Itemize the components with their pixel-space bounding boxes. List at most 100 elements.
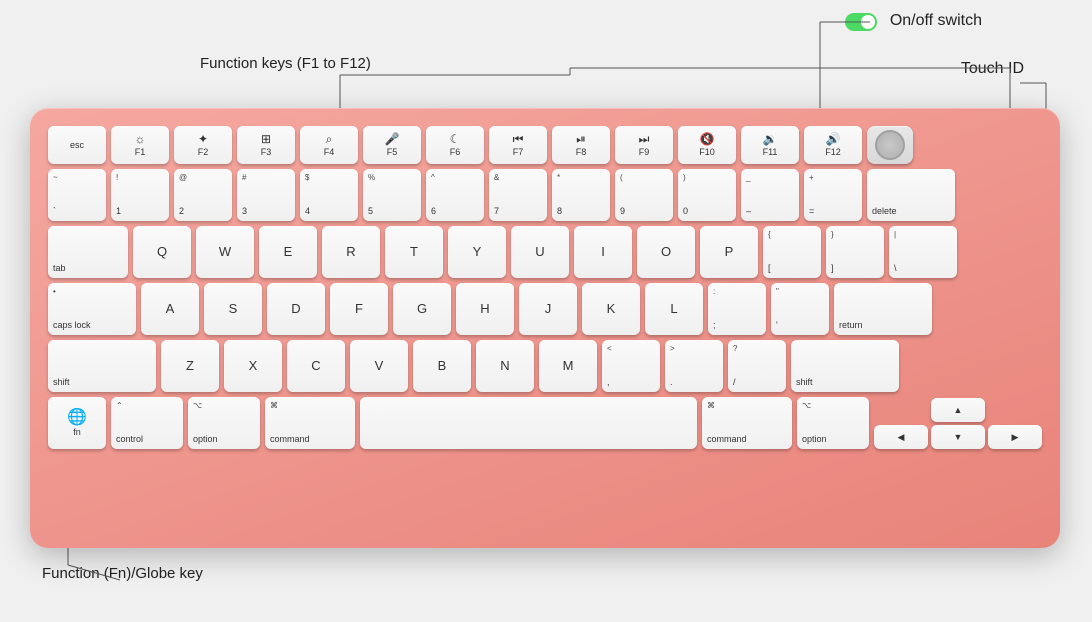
key-f1-icon: ☼ (135, 132, 146, 146)
key-o[interactable]: O (637, 226, 695, 278)
key-l[interactable]: L (645, 283, 703, 335)
key-capslock[interactable]: • caps lock (48, 283, 136, 335)
key-f12[interactable]: 🔊 F12 (804, 126, 862, 164)
key-space[interactable] (360, 397, 697, 449)
key-z[interactable]: Z (161, 340, 219, 392)
key-v[interactable]: V (350, 340, 408, 392)
key-f7[interactable]: ⏮ F7 (489, 126, 547, 164)
key-x[interactable]: X (224, 340, 282, 392)
key-rbracket[interactable]: } ] (826, 226, 884, 278)
key-f10[interactable]: 🔇 F10 (678, 126, 736, 164)
key-s[interactable]: S (204, 283, 262, 335)
key-command-left[interactable]: ⌘ command (265, 397, 355, 449)
bottom-row: 🌐 fn ⌃ control ⌥ option ⌘ command ⌘ comm… (48, 397, 1042, 449)
key-e[interactable]: E (259, 226, 317, 278)
key-8[interactable]: * 8 (552, 169, 610, 221)
key-5[interactable]: % 5 (363, 169, 421, 221)
key-option-left[interactable]: ⌥ option (188, 397, 260, 449)
key-h[interactable]: H (456, 283, 514, 335)
fn-row: esc ☼ F1 ✦ F2 ⊞ F3 ⌕ F4 🎤 F5 (48, 126, 1042, 164)
key-comma[interactable]: < , (602, 340, 660, 392)
key-m[interactable]: M (539, 340, 597, 392)
key-f2-label: F2 (198, 147, 209, 158)
key-n[interactable]: N (476, 340, 534, 392)
key-7[interactable]: & 7 (489, 169, 547, 221)
key-f5[interactable]: 🎤 F5 (363, 126, 421, 164)
key-touchid[interactable] (867, 126, 913, 164)
number-row: ~ ` ! 1 @ 2 # 3 $ 4 % 5 (48, 169, 1042, 221)
key-f4-label: F4 (324, 147, 335, 158)
key-f6-icon: ☾ (450, 132, 461, 146)
key-equals[interactable]: + = (804, 169, 862, 221)
key-p[interactable]: P (700, 226, 758, 278)
key-f8[interactable]: ⏯ F8 (552, 126, 610, 164)
key-period[interactable]: > . (665, 340, 723, 392)
key-f[interactable]: F (330, 283, 388, 335)
key-slash[interactable]: ? / (728, 340, 786, 392)
onoff-label: On/off switch (890, 12, 982, 30)
key-f7-label: F7 (513, 147, 524, 158)
key-tab[interactable]: tab (48, 226, 128, 278)
key-j[interactable]: J (519, 283, 577, 335)
key-f5-icon: 🎤 (385, 132, 400, 146)
key-arrow-right[interactable]: ▶ (988, 425, 1042, 449)
key-1[interactable]: ! 1 (111, 169, 169, 221)
key-minus[interactable]: _ – (741, 169, 799, 221)
key-4[interactable]: $ 4 (300, 169, 358, 221)
key-2[interactable]: @ 2 (174, 169, 232, 221)
key-c[interactable]: C (287, 340, 345, 392)
key-quote[interactable]: " ' (771, 283, 829, 335)
key-backtick[interactable]: ~ ` (48, 169, 106, 221)
key-f11-icon: 🔉 (763, 132, 778, 146)
key-f11[interactable]: 🔉 F11 (741, 126, 799, 164)
key-t[interactable]: T (385, 226, 443, 278)
key-command-right[interactable]: ⌘ command (702, 397, 792, 449)
key-r[interactable]: R (322, 226, 380, 278)
key-y[interactable]: Y (448, 226, 506, 278)
key-f1[interactable]: ☼ F1 (111, 126, 169, 164)
key-shift-left[interactable]: shift (48, 340, 156, 392)
key-f9[interactable]: ⏭ F9 (615, 126, 673, 164)
key-u[interactable]: U (511, 226, 569, 278)
key-f3[interactable]: ⊞ F3 (237, 126, 295, 164)
key-0[interactable]: ) 0 (678, 169, 736, 221)
key-i[interactable]: I (574, 226, 632, 278)
key-esc[interactable]: esc (48, 126, 106, 164)
funckeys-label: Function keys (F1 to F12) (200, 55, 371, 72)
key-fn-globe[interactable]: 🌐 fn (48, 397, 106, 449)
key-q[interactable]: Q (133, 226, 191, 278)
globe-icon: 🌐 (67, 408, 87, 427)
key-d[interactable]: D (267, 283, 325, 335)
key-f4[interactable]: ⌕ F4 (300, 126, 358, 164)
key-option-right[interactable]: ⌥ option (797, 397, 869, 449)
key-lbracket[interactable]: { [ (763, 226, 821, 278)
key-f10-icon: 🔇 (700, 132, 715, 146)
key-delete[interactable]: delete (867, 169, 955, 221)
key-k[interactable]: K (582, 283, 640, 335)
key-b[interactable]: B (413, 340, 471, 392)
onoff-toggle[interactable] (845, 13, 877, 31)
touchid-label: Touch ID (961, 60, 1024, 78)
key-6[interactable]: ^ 6 (426, 169, 484, 221)
key-arrow-up[interactable]: ▲ (931, 398, 985, 422)
key-control[interactable]: ⌃ control (111, 397, 183, 449)
key-9[interactable]: ( 9 (615, 169, 673, 221)
key-f6-label: F6 (450, 147, 461, 158)
key-a[interactable]: A (141, 283, 199, 335)
key-f6[interactable]: ☾ F6 (426, 126, 484, 164)
key-f10-label: F10 (699, 147, 715, 158)
key-f9-icon: ⏭ (639, 132, 650, 146)
key-f2[interactable]: ✦ F2 (174, 126, 232, 164)
key-f7-icon: ⏮ (513, 132, 524, 146)
key-backslash[interactable]: | \ (889, 226, 957, 278)
key-g[interactable]: G (393, 283, 451, 335)
key-3[interactable]: # 3 (237, 169, 295, 221)
key-w[interactable]: W (196, 226, 254, 278)
key-return[interactable]: return (834, 283, 932, 335)
key-semicolon[interactable]: : ; (708, 283, 766, 335)
key-arrow-left[interactable]: ◀ (874, 425, 928, 449)
key-shift-right[interactable]: shift (791, 340, 899, 392)
home-row: • caps lock A S D F G H J K L : ; " ' re… (48, 283, 1042, 335)
key-arrow-down[interactable]: ▼ (931, 425, 985, 449)
key-f8-label: F8 (576, 147, 587, 158)
